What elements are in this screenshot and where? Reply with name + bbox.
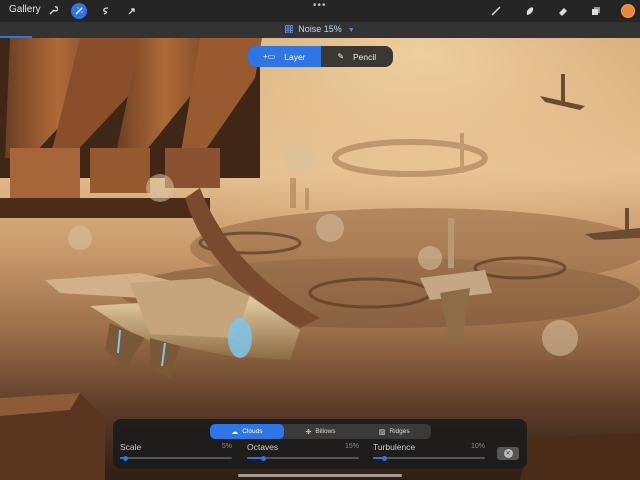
- smudge-icon-glyph: [526, 7, 534, 15]
- tab-billows-label: Billows: [315, 428, 336, 435]
- scale-value: 5%: [221, 443, 232, 450]
- brush-icon-glyph: [491, 6, 501, 16]
- adjustment-level-bar: [0, 36, 32, 38]
- magic-wand-icon[interactable]: [71, 3, 87, 19]
- cloud-icon: ☁: [231, 428, 239, 436]
- pencil-mode-button[interactable]: ✎ Pencil: [321, 46, 394, 67]
- scale-label: Scale: [120, 442, 142, 452]
- turbulence-track[interactable]: [373, 455, 485, 461]
- billows-icon: ❉: [305, 428, 312, 436]
- wrench-icon[interactable]: [45, 3, 61, 19]
- transform-arrow-icon[interactable]: [124, 3, 140, 19]
- turbulence-value: 10%: [470, 443, 485, 450]
- noise-settings-panel: ☁ Clouds ❉ Billows ▨ Ridges Scale 5% Oct…: [113, 419, 527, 469]
- tab-billows[interactable]: ❉ Billows: [284, 424, 358, 439]
- dropdown-caret-icon: ▼: [347, 27, 355, 34]
- wrench-icon-glyph: [49, 6, 58, 15]
- tab-clouds[interactable]: ☁ Clouds: [210, 424, 284, 439]
- top-toolbar: Gallery •••: [0, 0, 640, 22]
- noise-type-tabs: ☁ Clouds ❉ Billows ▨ Ridges: [210, 424, 431, 439]
- layer-mode-button[interactable]: +▭ Layer: [248, 46, 321, 67]
- octaves-value: 15%: [344, 443, 359, 450]
- ridges-icon: ▨: [378, 428, 386, 436]
- turbulence-slider[interactable]: Turbulence 10%: [373, 442, 485, 462]
- gallery-button[interactable]: Gallery: [9, 4, 41, 15]
- layer-add-icon: +▭: [263, 52, 276, 61]
- noise-grid-icon: [285, 25, 294, 33]
- brush-icon[interactable]: [488, 3, 504, 19]
- pencil-icon: ✎: [337, 52, 345, 61]
- turbulence-knob[interactable]: [381, 455, 387, 461]
- reset-icon: ✕: [503, 449, 513, 458]
- adjustment-menu[interactable]: Noise 15% ▼: [0, 24, 640, 34]
- adjustment-value: 15%: [323, 24, 342, 34]
- adjustment-name: Noise: [298, 24, 322, 34]
- eraser-icon[interactable]: [555, 3, 571, 19]
- pencil-mode-label: Pencil: [353, 51, 377, 62]
- sci-fi-city-illustration: [0, 38, 640, 480]
- tab-ridges[interactable]: ▨ Ridges: [357, 424, 431, 439]
- smudge-icon[interactable]: [522, 3, 538, 19]
- scale-track[interactable]: [120, 455, 232, 461]
- selection-icon-glyph: [103, 7, 109, 15]
- magic-wand-icon-glyph: [75, 7, 83, 15]
- layer-mode-label: Layer: [284, 51, 306, 62]
- layers-icon-glyph: [592, 7, 600, 15]
- apply-mode-toggle: +▭ Layer ✎ Pencil: [248, 46, 393, 67]
- canvas-artwork[interactable]: [0, 38, 640, 480]
- reset-button[interactable]: ✕: [497, 447, 519, 460]
- transform-arrow-icon-glyph: [128, 8, 135, 15]
- octaves-knob[interactable]: [261, 455, 267, 461]
- octaves-label: Octaves: [247, 442, 279, 452]
- octaves-track[interactable]: [247, 455, 359, 461]
- tab-clouds-label: Clouds: [242, 428, 263, 435]
- home-indicator: [238, 474, 402, 477]
- more-options-button[interactable]: •••: [313, 0, 327, 11]
- color-picker-button[interactable]: [621, 4, 635, 18]
- scale-slider[interactable]: Scale 5%: [120, 442, 232, 462]
- adjustment-title-bar: Noise 15% ▼: [0, 22, 640, 38]
- scale-knob[interactable]: [123, 455, 129, 461]
- tab-ridges-label: Ridges: [389, 428, 410, 435]
- layers-icon[interactable]: [588, 3, 604, 19]
- octaves-slider[interactable]: Octaves 15%: [247, 442, 359, 462]
- turbulence-label: Turbulence: [373, 442, 416, 452]
- eraser-icon-glyph: [559, 8, 567, 16]
- selection-icon[interactable]: [98, 3, 114, 19]
